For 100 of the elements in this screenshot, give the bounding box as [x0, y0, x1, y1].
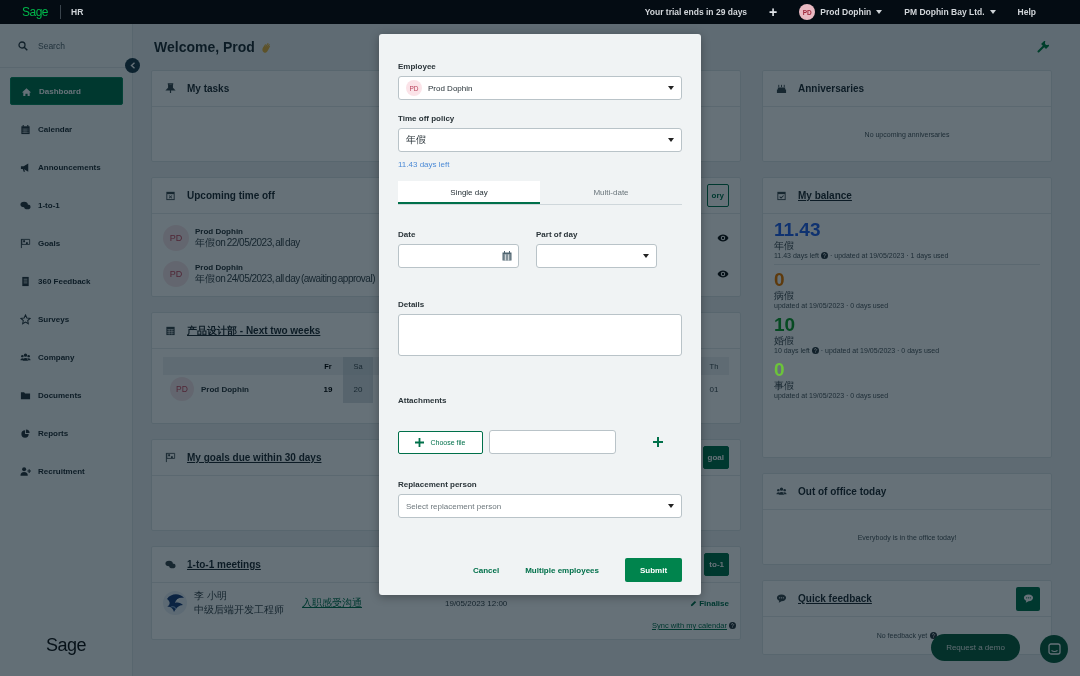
card-title-link[interactable]: 1-to-1 meetings [187, 559, 261, 570]
flag-icon [165, 452, 176, 463]
caret-icon [668, 504, 674, 508]
nav-item[interactable]: Calendar [10, 115, 123, 143]
feedback-button[interactable] [1016, 586, 1040, 611]
text-button[interactable]: Multiple employees [525, 565, 599, 575]
trial-notice: Your trial ends in 29 days [644, 7, 748, 17]
eye-icon [717, 234, 729, 242]
chat-icon [20, 199, 31, 211]
calendar-icon [20, 123, 31, 135]
day-cell-text: 19 [322, 383, 334, 396]
field-label: Attachments [398, 395, 448, 406]
view-button[interactable] [717, 270, 729, 278]
help-link[interactable]: Help [1017, 7, 1036, 17]
help-icon [729, 622, 736, 629]
action-button[interactable]: to-1 [704, 553, 729, 576]
nav-item[interactable]: Goals [10, 229, 123, 257]
card-title: My tasks [187, 83, 230, 94]
employee-name: Prod Dophin [195, 226, 244, 236]
chevron-left-icon [129, 62, 136, 69]
time-off-detail: 年假 on 22/05/2023, all day [195, 236, 300, 250]
nav-item[interactable]: 1-to-1 [10, 191, 123, 219]
employee-name: Prod Dophin [201, 384, 249, 394]
request-demo-button[interactable]: Request a demo [931, 634, 1020, 661]
pie-chart-icon [20, 427, 31, 439]
add-attachment-button[interactable] [653, 437, 663, 447]
field-label: Details [398, 299, 426, 310]
settings-button[interactable] [1037, 41, 1049, 53]
pencil-icon [690, 599, 698, 607]
user-add-icon [20, 465, 31, 477]
nav-item[interactable]: Documents [10, 381, 123, 409]
nav-item[interactable]: Company [10, 343, 123, 371]
add-button[interactable]: + [769, 5, 778, 19]
balance-amount: 10 [774, 314, 796, 335]
nav-item[interactable]: Reports [10, 419, 123, 447]
home-icon [21, 85, 32, 97]
view-button[interactable] [717, 234, 729, 242]
eye-icon [717, 270, 729, 278]
caret-icon [643, 254, 649, 258]
tab[interactable]: Multi-date [540, 181, 682, 204]
action-button[interactable]: goal [702, 446, 729, 469]
part-of-day-select[interactable] [536, 244, 657, 268]
waving-hand-icon [260, 41, 271, 53]
product-name: HR [71, 7, 84, 17]
date-field[interactable] [398, 244, 519, 268]
field-label: Part of day [536, 229, 579, 240]
company-menu[interactable]: PM Dophin Bay Ltd. [904, 7, 996, 17]
action-button[interactable]: ory [706, 184, 729, 207]
nav-item[interactable]: Announcements [10, 153, 123, 181]
people-icon [776, 486, 787, 497]
card-title-link[interactable]: My balance [798, 190, 852, 201]
help-icon [811, 347, 819, 354]
chat-launcher[interactable] [1040, 635, 1068, 663]
nav-item[interactable]: Dashboard [10, 77, 123, 105]
field-label: Time off policy [398, 113, 456, 124]
document-icon [20, 275, 31, 287]
field-label: Employee [398, 61, 437, 72]
caret-icon [876, 10, 883, 14]
days-left: 11.43 days left [398, 159, 451, 170]
pin-icon [165, 83, 176, 94]
replacement-select[interactable]: Select replacement person [398, 494, 682, 518]
plus-icon [653, 437, 663, 447]
nav-item[interactable]: Recruitment [10, 457, 123, 485]
field-label: Date [398, 229, 417, 240]
file-name-field[interactable] [489, 430, 616, 454]
submit-button[interactable]: Submit [625, 558, 682, 582]
tab[interactable]: Single day [398, 181, 540, 204]
chat-icon [1047, 643, 1061, 655]
nav-item[interactable]: Surveys [10, 305, 123, 333]
card-title-link[interactable]: My goals due within 30 days [187, 452, 322, 463]
search-icon [18, 40, 28, 51]
calendar-icon [165, 190, 176, 201]
logo: Sage [44, 635, 87, 656]
policy-name: 病假 [774, 290, 795, 302]
megaphone-icon [20, 161, 31, 173]
cake-icon [776, 83, 787, 94]
card-title: Upcoming time off [187, 190, 275, 201]
logo: Sage [22, 5, 49, 19]
details-field[interactable] [398, 314, 682, 356]
job-title: 中级后端开发工程师 [194, 603, 285, 617]
card-title: Anniversaries [798, 83, 865, 94]
day-cell: 20 [343, 375, 373, 403]
meeting-link[interactable]: 入职感受沟通 [302, 596, 445, 610]
avatar: PD [170, 377, 194, 401]
page-title: Welcome, Prod [154, 39, 255, 55]
caret-icon [989, 10, 996, 14]
day-cell-text: 01 [708, 383, 720, 396]
policy-select[interactable]: 年假 [398, 128, 682, 152]
finalise-button[interactable]: Finalise [690, 598, 729, 608]
text-button[interactable]: Cancel [472, 565, 500, 575]
caret-icon [668, 138, 674, 142]
wrench-icon [1037, 41, 1049, 53]
employee-name: Prod Dophin [195, 262, 244, 272]
card-title-link[interactable]: Quick feedback [798, 593, 872, 604]
plus-icon [415, 437, 425, 447]
nav-item[interactable]: 360 Feedback [10, 267, 123, 295]
help-icon [930, 632, 938, 639]
star-icon [20, 313, 31, 325]
card-title-link[interactable]: 产品设计部 - Next two weeks [187, 323, 321, 338]
speech-bubble-icon [1022, 593, 1034, 604]
